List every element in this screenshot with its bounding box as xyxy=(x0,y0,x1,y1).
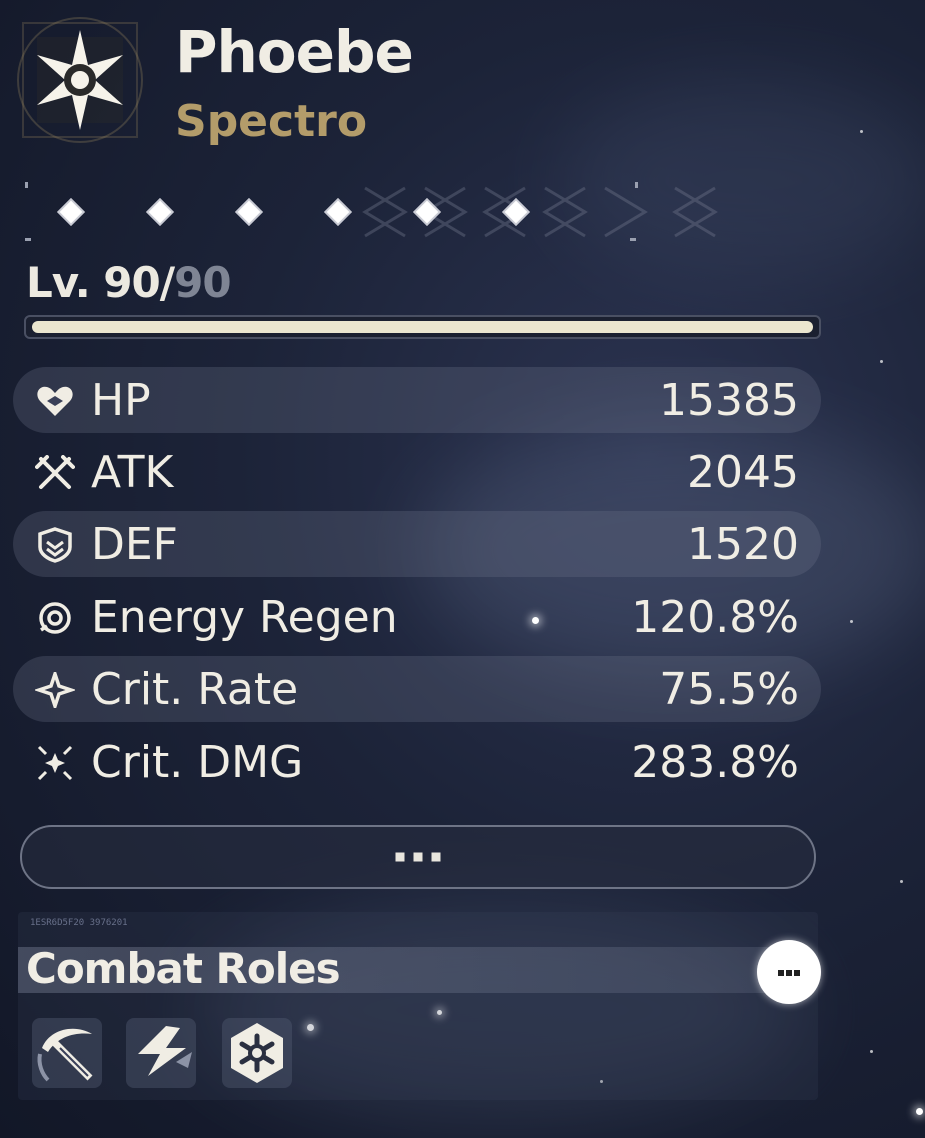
energy-regen-icon xyxy=(39,602,71,634)
lightning-strike-icon xyxy=(138,1026,192,1076)
sequence-node-2[interactable] xyxy=(146,198,174,226)
stat-value: 2045 xyxy=(687,447,799,498)
stat-label: Crit. DMG xyxy=(91,737,304,788)
level-progress-fill xyxy=(32,321,813,333)
heart-icon xyxy=(37,386,73,416)
stat-row-crit-rate: Crit. Rate 75.5% xyxy=(13,656,821,722)
spectro-emblem-icon xyxy=(17,17,143,143)
level-separator: / xyxy=(159,258,175,307)
level-progress-bar xyxy=(24,315,821,339)
stat-value: 15385 xyxy=(659,375,799,426)
spectro-burst-icon xyxy=(231,1023,283,1083)
stat-label: ATK xyxy=(91,447,174,498)
stat-row-hp: HP 15385 xyxy=(13,367,821,433)
panel-serial: 1ESR6D5F20 3976201 xyxy=(30,918,128,928)
crit-rate-icon xyxy=(35,672,75,708)
character-name: Phoebe xyxy=(175,18,414,86)
stat-row-energy-regen: Energy Regen 120.8% xyxy=(13,584,821,650)
ellipsis-icon xyxy=(395,852,441,862)
sequence-node-1[interactable] xyxy=(57,198,85,226)
combat-roles-title: Combat Roles xyxy=(26,944,341,993)
crossed-swords-icon xyxy=(35,455,75,489)
level-current: 90 xyxy=(103,258,160,307)
sequence-node-4[interactable] xyxy=(324,198,352,226)
level-display: Lv. 90/90 xyxy=(26,258,232,307)
stat-label: HP xyxy=(91,375,151,426)
character-element: Spectro xyxy=(175,96,368,147)
level-max: 90 xyxy=(174,258,231,307)
shield-icon xyxy=(38,527,72,563)
crit-dmg-icon xyxy=(37,745,73,781)
stat-value: 1520 xyxy=(687,519,799,570)
stat-row-atk: ATK 2045 xyxy=(13,439,821,505)
role-lightning-strike[interactable] xyxy=(126,1018,196,1088)
stat-label: Crit. Rate xyxy=(91,664,299,715)
stat-row-crit-dmg: Crit. DMG 283.8% xyxy=(13,729,821,795)
stat-label: DEF xyxy=(91,519,178,570)
role-spectro-burst[interactable] xyxy=(222,1018,292,1088)
stat-row-def: DEF 1520 xyxy=(13,511,821,577)
stat-value: 75.5% xyxy=(659,664,799,715)
sequence-nodes xyxy=(25,178,745,246)
more-stats-button[interactable] xyxy=(20,825,816,889)
stat-value: 283.8% xyxy=(631,737,799,788)
sequence-node-3[interactable] xyxy=(235,198,263,226)
sequence-node-5[interactable] xyxy=(413,198,441,226)
level-prefix: Lv. xyxy=(26,258,104,307)
stat-label: Energy Regen xyxy=(91,592,398,643)
combat-roles-more-button[interactable] xyxy=(757,940,821,1004)
sequence-decoration xyxy=(25,182,718,241)
role-scythe-blade[interactable] xyxy=(32,1018,102,1088)
scythe-blade-icon xyxy=(37,1028,93,1082)
stat-value: 120.8% xyxy=(631,592,799,643)
sequence-node-6[interactable] xyxy=(502,198,530,226)
